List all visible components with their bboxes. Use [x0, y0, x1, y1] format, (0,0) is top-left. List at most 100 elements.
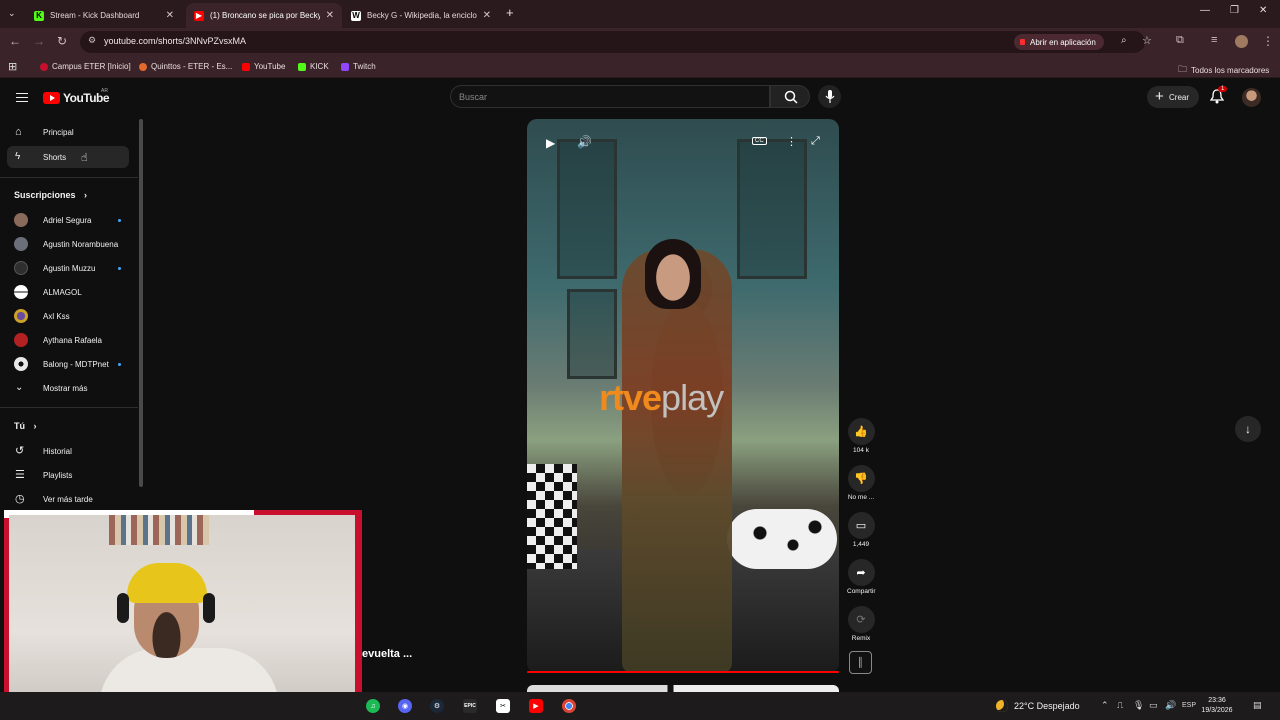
channel-name: Axl Kss	[43, 311, 70, 321]
close-tab-icon[interactable]: ✕	[326, 10, 334, 21]
sidebar-item-ver-mas-tarde[interactable]: ◷ Ver más tarde	[7, 488, 129, 509]
next-short-button[interactable]: ↓	[1235, 416, 1261, 442]
bookmarks-bar: ⊞ Campus ETER [Inicio] Quinttos - ETER -…	[0, 56, 1280, 78]
sidebar-item-historial[interactable]: ↺ Historial	[7, 440, 129, 462]
tab-search-button[interactable]: ⌄	[8, 8, 20, 20]
subscription-aythana-rafaela[interactable]: Aythana Rafaela	[7, 329, 129, 351]
sound-thumbnail-button[interactable]: ║	[849, 651, 872, 674]
subscription-agustin-norambuena[interactable]: Agustin Norambuena	[7, 233, 129, 255]
apps-grid-icon[interactable]: ⊞	[8, 60, 17, 73]
close-tab-icon[interactable]: ✕	[483, 10, 491, 21]
subscription-agustin-muzzu[interactable]: Agustin Muzzu	[7, 257, 129, 279]
tray-chevron-up-icon[interactable]: ⌃	[1101, 700, 1109, 711]
address-bar[interactable]: ⚙ youtube.com/shorts/3NNvPZvsxMA ⌕ ☆	[80, 31, 1152, 53]
channel-name: ALMAGOL	[43, 287, 82, 297]
new-tab-button[interactable]: +	[506, 5, 514, 20]
create-label: Crear	[1169, 92, 1190, 102]
dislike-button[interactable]: 👎 No me ...	[847, 465, 875, 501]
account-avatar[interactable]	[1242, 88, 1261, 107]
play-icon[interactable]: ▶	[546, 136, 555, 150]
subscription-almagol[interactable]: ALMAGOL	[7, 281, 129, 303]
search-box[interactable]	[450, 85, 770, 108]
zoom-icon[interactable]: ⌕	[1121, 35, 1127, 46]
subscription-adriel-segura[interactable]: Adriel Segura	[7, 209, 129, 231]
bookmark-quinttos[interactable]: Quinttos - ETER - Es...	[139, 62, 232, 71]
bookmark-star-icon[interactable]: ☆	[1142, 34, 1152, 47]
more-options-icon[interactable]: ⋮	[786, 135, 797, 148]
like-button[interactable]: 👍 104 k	[847, 418, 875, 454]
youtube-logo[interactable]: YouTube	[43, 91, 110, 105]
extensions-icon[interactable]: ⧉	[1176, 34, 1184, 47]
create-button[interactable]: Crear	[1147, 86, 1200, 108]
tab-kick-dashboard[interactable]: K Stream - Kick Dashboard ✕	[26, 3, 182, 28]
bookmark-twitch[interactable]: Twitch	[341, 62, 376, 71]
steam-icon[interactable]: ⚙	[430, 699, 444, 713]
spotify-icon[interactable]: ♫	[366, 699, 380, 713]
subscription-axl-kss[interactable]: Axl Kss	[7, 305, 129, 327]
comments-button[interactable]: ▭ 1,449	[847, 512, 875, 548]
usb-icon[interactable]: ⎍	[1117, 700, 1123, 711]
url-text: youtube.com/shorts/3NNvPZvsxMA	[104, 36, 247, 46]
remix-button[interactable]: ⟳ Remix	[847, 606, 875, 642]
youtube-icon[interactable]: ▶	[529, 699, 543, 713]
open-in-app-button[interactable]: Abrir en aplicación	[1014, 34, 1104, 50]
chrome-icon[interactable]	[562, 699, 576, 713]
new-content-dot	[118, 363, 121, 366]
fullscreen-icon[interactable]: ⤢	[811, 135, 820, 148]
all-bookmarks-button[interactable]: 🗀 Todos los marcadores	[1178, 62, 1269, 78]
minimize-icon[interactable]: —	[1200, 5, 1210, 16]
show-more-button[interactable]: ⌄ Mostrar más	[7, 377, 129, 399]
volume-icon[interactable]: 🔊	[1165, 700, 1176, 711]
captions-icon[interactable]: CC	[752, 137, 767, 145]
restore-icon[interactable]: ❐	[1230, 5, 1239, 16]
forward-icon[interactable]: →	[33, 34, 45, 48]
chrome-menu-icon[interactable]: ⋮	[1262, 34, 1274, 48]
video-caption-fragment: evuelta ...	[362, 648, 413, 660]
capcut-icon[interactable]: ✂	[496, 699, 510, 713]
tab-wikipedia[interactable]: W Becky G - Wikipedia, la enciclop ✕	[343, 3, 499, 28]
bookmark-kick[interactable]: KICK	[298, 62, 329, 71]
profile-avatar[interactable]	[1235, 35, 1248, 48]
sidebar-item-label: Principal	[43, 127, 74, 137]
close-window-icon[interactable]: ✕	[1259, 5, 1267, 16]
windows-taskbar: ♫ ◉ ⚙ EPIC ✂ ▶ 22°C Despejado ⌃ ⎍ 🎙 ▭ 🔊 …	[0, 692, 1280, 720]
sidebar-item-playlists[interactable]: ☰ Playlists	[7, 464, 129, 486]
discord-icon[interactable]: ◉	[398, 699, 412, 713]
voice-search-button[interactable]	[818, 85, 841, 108]
subscriptions-header[interactable]: Suscripciones ›	[14, 190, 87, 200]
weather-widget[interactable]: 22°C Despejado	[996, 700, 1080, 712]
back-icon[interactable]: ←	[9, 34, 21, 48]
channel-avatar	[14, 213, 28, 227]
you-header[interactable]: Tú ›	[14, 421, 37, 431]
video-progress-bar[interactable]	[527, 671, 839, 673]
reload-icon[interactable]: ↻	[57, 34, 67, 48]
watermark-part2: play	[661, 377, 724, 418]
notifications-button[interactable]: 1	[1209, 86, 1228, 109]
site-info-icon[interactable]: ⚙	[88, 35, 96, 46]
you-header-label: Tú	[14, 421, 25, 431]
volume-icon[interactable]: 🔊	[577, 135, 592, 149]
sidebar-item-principal[interactable]: ⌂ Principal	[7, 121, 129, 143]
background-set-window	[737, 139, 807, 279]
hamburger-menu-icon[interactable]	[16, 93, 28, 102]
channel-name: Agustin Norambuena	[43, 239, 119, 249]
search-button[interactable]	[770, 85, 810, 108]
bookmark-youtube[interactable]: YouTube	[242, 62, 285, 71]
close-tab-icon[interactable]: ✕	[166, 10, 174, 21]
system-clock[interactable]: 23:36 19/3/2026	[1200, 696, 1234, 716]
language-indicator[interactable]: ESP	[1182, 702, 1196, 709]
search-input[interactable]	[459, 90, 759, 104]
tab-youtube-short[interactable]: ▶ (1) Broncano se pica por Becky ✕	[186, 3, 342, 28]
subscription-balong-mdtpnet[interactable]: Balong - MDTPnet	[7, 353, 129, 375]
network-icon[interactable]: ▭	[1149, 700, 1158, 711]
shorts-video-player[interactable]: rtveplay ▶ 🔊 CC ⋮ ⤢	[527, 119, 839, 673]
microphone-icon[interactable]: 🎙	[1133, 700, 1144, 711]
sidebar-scrollbar[interactable]	[139, 119, 143, 487]
share-button[interactable]: ➦ Compartir	[847, 559, 876, 595]
sidebar-item-shorts[interactable]: ϟ Shorts ☝	[7, 146, 129, 168]
notification-center-icon[interactable]: ▤	[1253, 700, 1262, 711]
media-control-icon[interactable]: ≡	[1211, 34, 1217, 46]
epic-games-icon[interactable]: EPIC	[463, 699, 477, 713]
bookmark-campus-eter[interactable]: Campus ETER [Inicio]	[40, 62, 131, 71]
sidebar-divider	[0, 177, 138, 178]
